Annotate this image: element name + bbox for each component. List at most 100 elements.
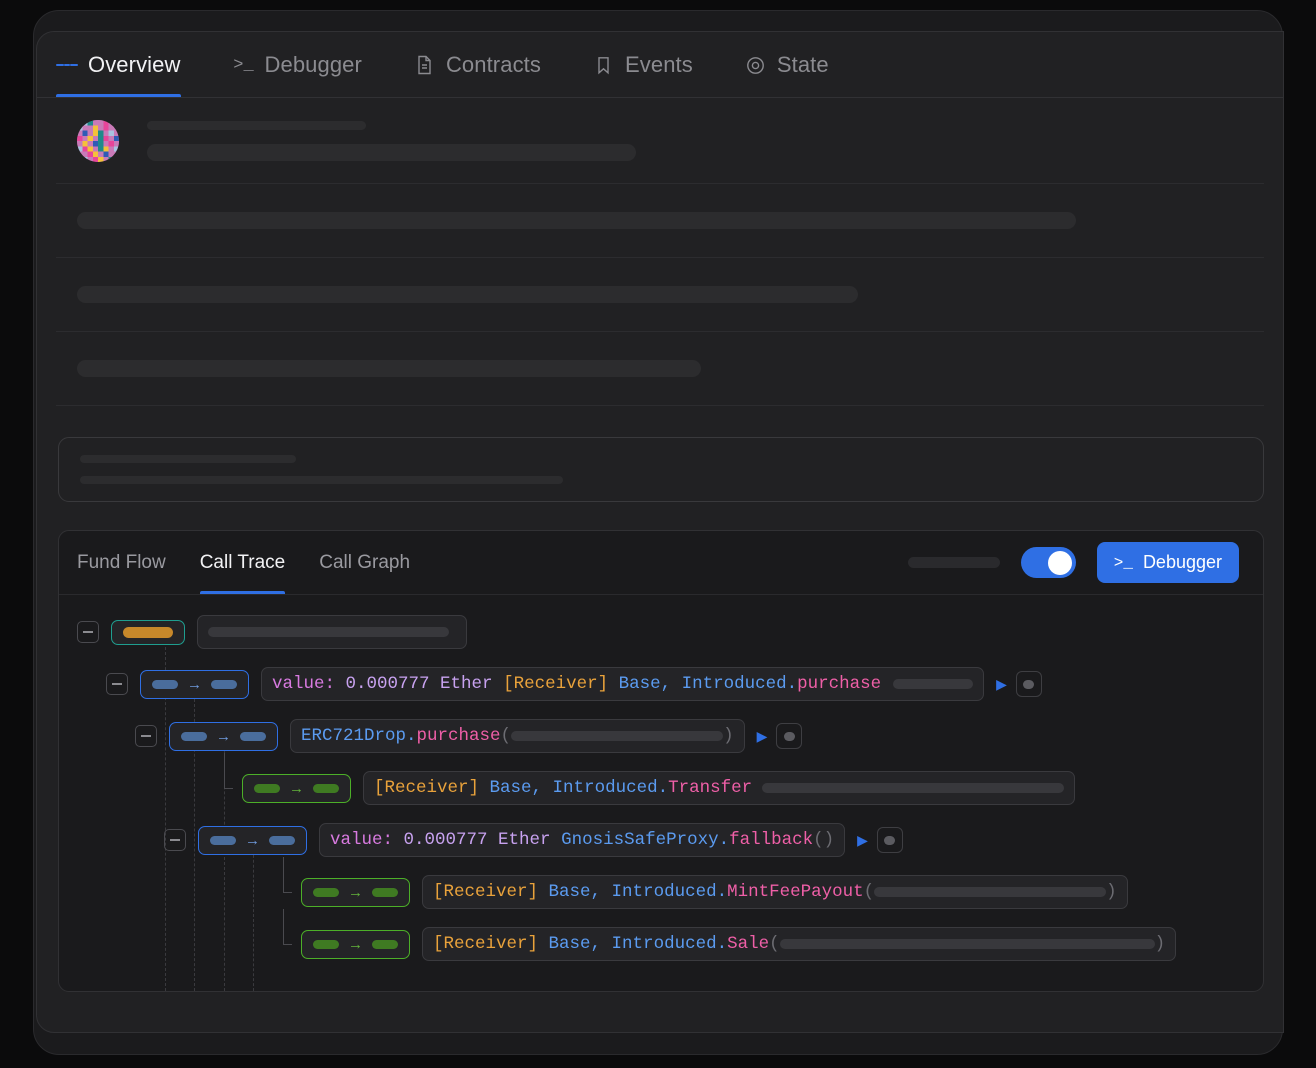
tab-fund-flow[interactable]: Fund Flow [77, 531, 166, 594]
debugger-button[interactable]: >_ Debugger [1096, 542, 1239, 583]
trace-row[interactable] [59, 609, 1263, 655]
main-tab-bar: Overview >_ Debugger Contracts Events St… [37, 32, 1283, 98]
play-icon[interactable]: ▶ [757, 729, 768, 743]
redacted-args [874, 887, 1107, 897]
arrow-icon: → [245, 831, 260, 849]
contract-name: Base, Introduced. [548, 934, 728, 954]
row-action-button[interactable] [776, 723, 803, 749]
trace-row[interactable]: → value: 0.000777 Ether [Receiver] Base,… [59, 661, 1263, 707]
badge-pill-from [210, 835, 236, 845]
tab-label: Fund Flow [77, 551, 166, 573]
badge-pill [123, 626, 173, 638]
collapse-toggle[interactable] [77, 621, 99, 643]
redacted-args [893, 679, 974, 689]
info-row-3 [56, 332, 1264, 406]
bookmark-icon [593, 54, 615, 76]
tab-events[interactable]: Events [593, 33, 711, 97]
value-amount: 0.000777 Ether [403, 830, 551, 850]
trace-label-box: [Receiver] Base, Introduced. MintFeePayou… [422, 875, 1128, 909]
row-action-button[interactable] [876, 827, 903, 853]
trace-label-box: value: 0.000777 Ether GnosisSafeProxy. fa… [319, 823, 846, 857]
trace-label-box: [Receiver] Base, Introduced. Transfer [363, 771, 1076, 805]
trace-label-box [197, 615, 467, 649]
skeleton-line [80, 455, 296, 463]
paren-open: ( [769, 934, 780, 954]
contract-name: Base, Introduced. [489, 778, 669, 798]
tab-label: Overview [88, 52, 181, 77]
contract-name: Base, Introduced. [548, 882, 728, 902]
summary-card [58, 437, 1264, 502]
trace-toggle-switch[interactable] [1020, 547, 1076, 578]
trace-rows: → value: 0.000777 Ether [Receiver] Base,… [59, 595, 1263, 991]
event-badge[interactable]: → [242, 773, 351, 803]
redacted-args [762, 783, 1065, 793]
tree-branch [279, 909, 299, 967]
collapse-toggle[interactable] [135, 725, 157, 747]
tab-overview[interactable]: Overview [56, 33, 199, 97]
event-badge[interactable]: → [301, 929, 410, 959]
tab-state[interactable]: State [745, 33, 847, 97]
avatar [77, 119, 119, 162]
tab-label: Call Graph [319, 551, 411, 573]
badge-pill-from [254, 783, 280, 793]
list-icon [56, 54, 78, 76]
arrow-icon: → [348, 883, 363, 901]
call-badge[interactable]: → [169, 721, 278, 751]
trace-row[interactable]: → [Receiver] Base, Introduced. Sale( ) [59, 909, 1263, 967]
root-badge[interactable] [111, 619, 185, 645]
document-icon [414, 54, 436, 76]
value-key: value: [272, 674, 336, 694]
debugger-button-label: Debugger [1142, 552, 1222, 572]
collapse-toggle[interactable] [164, 829, 186, 851]
badge-pill-from [313, 939, 339, 949]
tree-branch [279, 857, 299, 915]
trace-row[interactable]: → value: 0.000777 Ether GnosisSafeProxy.… [59, 817, 1263, 863]
paren-close: ) [1154, 934, 1166, 954]
trace-row[interactable]: → [Receiver] Base, Introduced. Transfer [59, 753, 1263, 811]
collapse-toggle[interactable] [106, 673, 128, 695]
badge-pill-to [211, 679, 237, 689]
toggle-knob [1048, 550, 1073, 575]
trace-row[interactable]: → ERC721Drop. purchase( ) ▶ [59, 713, 1263, 759]
tab-debugger[interactable]: >_ Debugger [233, 33, 380, 97]
info-row-1 [56, 184, 1264, 258]
tab-label: Call Trace [199, 551, 286, 573]
tab-call-trace[interactable]: Call Trace [199, 531, 286, 594]
receiver-tag: [Receiver] [374, 778, 480, 798]
arrow-icon: → [187, 675, 202, 693]
value-key: value: [330, 830, 394, 850]
row-action-button[interactable] [1015, 671, 1042, 697]
call-badge[interactable]: → [198, 825, 307, 855]
tab-contracts[interactable]: Contracts [414, 33, 559, 97]
info-row-2 [56, 258, 1264, 332]
redacted-text [208, 627, 449, 637]
event-name: MintFeePayout [727, 882, 864, 902]
tree-branch [220, 753, 240, 811]
badge-pill-to [372, 939, 398, 949]
event-name: Transfer [668, 778, 753, 798]
skeleton-line [147, 143, 636, 161]
tab-call-graph[interactable]: Call Graph [319, 531, 410, 594]
trace-head-controls: >_ Debugger [907, 542, 1239, 583]
play-icon[interactable]: ▶ [857, 833, 868, 847]
call-badge[interactable]: → [140, 669, 249, 699]
event-badge[interactable]: → [301, 877, 410, 907]
paren-close: ) [723, 726, 734, 746]
skeleton-line [77, 212, 1076, 229]
call-trace-panel: Fund Flow Call Trace Call Graph >_ Debug… [58, 530, 1264, 992]
receiver-tag: [Receiver] [433, 934, 539, 954]
trace-row[interactable]: → [Receiver] Base, Introduced. MintFeePay… [59, 857, 1263, 915]
function-name: purchase [416, 726, 501, 746]
overview-body: Fund Flow Call Trace Call Graph >_ Debug… [37, 98, 1283, 992]
value-amount: 0.000777 Ether [345, 674, 493, 694]
receiver-tag: [Receiver] [503, 674, 609, 694]
paren-open: ( [500, 726, 512, 746]
badge-pill-to [313, 783, 339, 793]
tree-guide-line [253, 845, 254, 991]
redacted-args [779, 939, 1155, 949]
skeleton-line [77, 286, 858, 303]
paren-close: ) [1106, 882, 1117, 902]
badge-pill-to [240, 731, 266, 741]
play-icon[interactable]: ▶ [996, 677, 1007, 691]
badge-pill-to [269, 835, 295, 845]
